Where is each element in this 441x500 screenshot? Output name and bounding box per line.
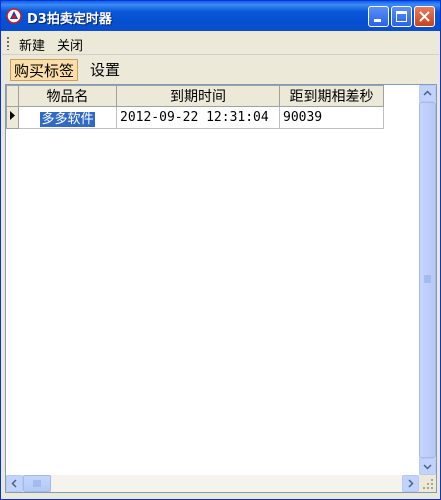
scroll-down-button[interactable]: [419, 458, 436, 475]
chevron-right-icon: [408, 479, 414, 488]
header-row: 物品名 到期时间 距到期相差秒: [6, 85, 384, 107]
chevron-up-icon: [423, 90, 432, 96]
header-indicator: [6, 85, 19, 107]
chevron-left-icon: [11, 479, 17, 488]
tab-settings[interactable]: 设置: [87, 59, 123, 81]
minimize-icon: [374, 19, 381, 22]
close-icon: [419, 11, 430, 22]
row-indicator: [6, 106, 19, 129]
menu-new[interactable]: 新建: [19, 35, 45, 54]
resize-grip-icon[interactable]: [419, 475, 436, 492]
scroll-right-button[interactable]: [402, 475, 419, 492]
current-row-arrow-icon: [10, 111, 15, 120]
horizontal-scrollbar[interactable]: [6, 475, 419, 492]
table-row[interactable]: 多多软件 2012-09-22 12:31:04 90039: [6, 106, 384, 129]
cell-item-name[interactable]: 多多软件: [18, 106, 117, 129]
app-logo-icon: [6, 8, 22, 24]
scroll-left-button[interactable]: [6, 475, 23, 492]
thumb-grip-icon: [424, 275, 431, 283]
column-header-expiry-time[interactable]: 到期时间: [116, 85, 280, 107]
minimize-button[interactable]: [368, 6, 389, 27]
close-window-button[interactable]: [414, 6, 435, 27]
thumb-grip-icon: [33, 480, 41, 487]
menu-bar: 新建 关闭: [2, 32, 439, 55]
column-header-item-name[interactable]: 物品名: [18, 85, 117, 107]
horizontal-scroll-thumb[interactable]: [23, 475, 51, 492]
vertical-scrollbar[interactable]: [419, 85, 436, 475]
cell-expiry-time[interactable]: 2012-09-22 12:31:04: [116, 106, 280, 129]
tab-purchase-tags[interactable]: 购买标签: [10, 59, 79, 81]
app-window: D3拍卖定时器 新建 关闭 购买标签 设置 物品名 到期时间 距到期相差秒 多多…: [0, 0, 441, 500]
toolbar-grip-icon[interactable]: [7, 37, 9, 50]
grid-table: 物品名 到期时间 距到期相差秒 多多软件 2012-09-22 12:31:04…: [6, 85, 384, 129]
menu-close[interactable]: 关闭: [57, 35, 83, 54]
data-grid[interactable]: 物品名 到期时间 距到期相差秒 多多软件 2012-09-22 12:31:04…: [5, 84, 437, 493]
maximize-icon: [396, 11, 407, 22]
title-bar[interactable]: D3拍卖定时器: [1, 1, 440, 31]
scroll-up-button[interactable]: [419, 85, 436, 102]
maximize-button[interactable]: [391, 6, 412, 27]
column-header-seconds-left[interactable]: 距到期相差秒: [279, 85, 384, 107]
vertical-scroll-thumb[interactable]: [419, 102, 436, 458]
tab-bar: 购买标签 设置: [2, 56, 439, 83]
chevron-down-icon: [423, 464, 432, 470]
window-title: D3拍卖定时器: [27, 12, 112, 27]
cell-seconds-left[interactable]: 90039: [279, 106, 384, 129]
